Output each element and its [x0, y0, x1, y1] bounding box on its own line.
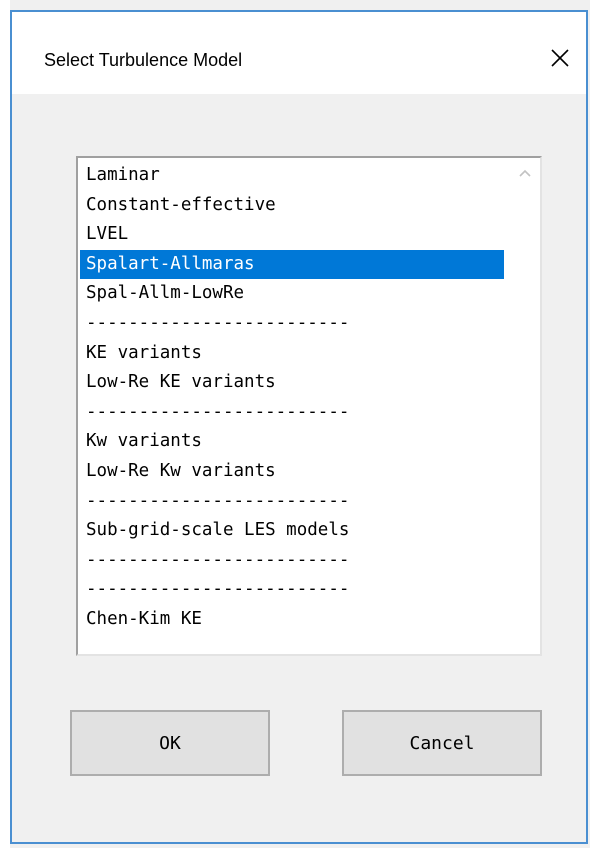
title-bar[interactable]: Select Turbulence Model: [12, 12, 586, 94]
list-separator[interactable]: -------------------------: [80, 398, 504, 428]
desktop-edge-right: [590, 0, 594, 848]
cancel-button[interactable]: Cancel: [342, 710, 542, 776]
chevron-up-icon: [519, 169, 531, 177]
list-item[interactable]: Spalart-Allmaras: [80, 249, 504, 280]
desktop-edge-left: [0, 0, 10, 848]
list-separator[interactable]: -------------------------: [80, 487, 504, 517]
list-item[interactable]: Low-Re Kw variants: [80, 457, 504, 487]
list-separator[interactable]: -------------------------: [80, 575, 504, 605]
list-separator[interactable]: -------------------------: [80, 546, 504, 576]
turbulence-model-dialog: Select Turbulence Model Laminar Constant-…: [10, 10, 588, 844]
turbulence-model-listbox[interactable]: Laminar Constant-effective LVEL Spalart-All…: [76, 156, 542, 656]
list-separator[interactable]: -------------------------: [80, 309, 504, 339]
close-button[interactable]: [540, 38, 580, 78]
listbox-items: Laminar Constant-effective LVEL Spalart-All…: [80, 161, 504, 635]
list-item[interactable]: Constant-effective: [80, 191, 504, 221]
vertical-scrollbar[interactable]: [510, 158, 540, 654]
list-item[interactable]: LVEL: [80, 220, 504, 250]
list-item[interactable]: Spal-Allm-LowRe: [80, 279, 504, 309]
list-item[interactable]: Low-Re KE variants: [80, 368, 504, 398]
list-item[interactable]: KE variants: [80, 339, 504, 369]
ok-button[interactable]: OK: [70, 710, 270, 776]
dialog-title: Select Turbulence Model: [44, 50, 243, 70]
scroll-up-button[interactable]: [510, 158, 540, 188]
close-icon: [551, 49, 569, 67]
list-item[interactable]: Laminar: [80, 161, 504, 191]
list-item[interactable]: Chen-Kim KE: [80, 605, 504, 635]
list-item[interactable]: Kw variants: [80, 427, 504, 457]
list-item[interactable]: Sub-grid-scale LES models: [80, 516, 504, 546]
